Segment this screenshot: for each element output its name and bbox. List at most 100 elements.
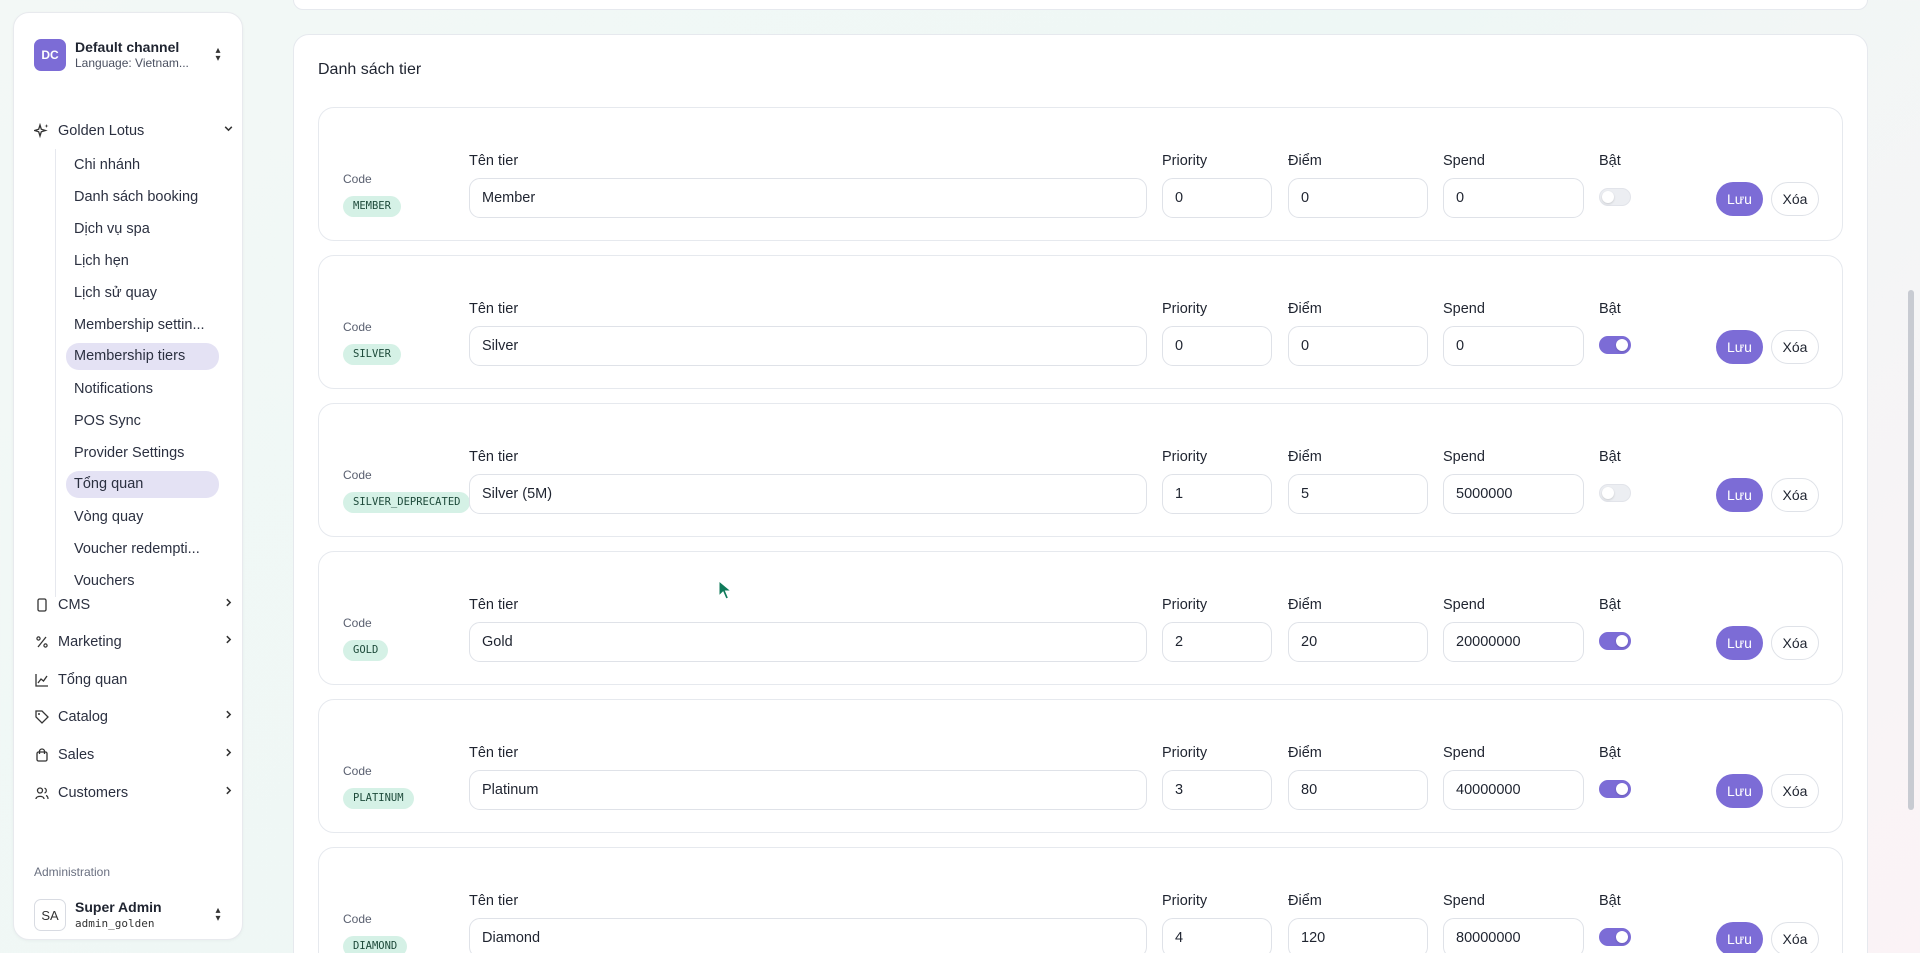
toggle-knob <box>1602 191 1614 203</box>
sidebar-subitem[interactable]: Chi nhánh <box>56 149 221 181</box>
tier-name-input[interactable] <box>469 770 1147 810</box>
spend-label: Spend <box>1443 893 1485 909</box>
user-menu[interactable]: SA Super Admin admin_golden ▴ ▾ <box>34 897 224 933</box>
tier-card: Code SILVER Tên tier Priority Điểm Spend Bật Lư… <box>318 255 1843 389</box>
sidebar-subitem[interactable]: Dịch vụ spa <box>56 213 221 245</box>
sidebar-item-sales[interactable]: Sales <box>34 743 234 767</box>
tier-card: Code DIAMOND Tên tier Priority Điểm Spend Bật L… <box>318 847 1843 953</box>
sidebar-item-label: Marketing <box>58 634 122 650</box>
admin-section-label: Administration <box>34 865 111 879</box>
points-input[interactable] <box>1288 770 1428 810</box>
chevron-up-down-icon[interactable]: ▴ ▾ <box>212 46 224 64</box>
channel-switcher[interactable]: DC Default channel Language: Vietnam... … <box>34 34 224 76</box>
spend-input[interactable] <box>1443 474 1584 514</box>
sidebar-item-cms[interactable]: CMS <box>34 593 234 617</box>
code-label: Code <box>343 320 372 334</box>
points-label: Điểm <box>1288 449 1322 465</box>
points-input[interactable] <box>1288 622 1428 662</box>
save-button[interactable]: Lưu <box>1716 774 1763 808</box>
tier-name-input[interactable] <box>469 326 1147 366</box>
points-input[interactable] <box>1288 326 1428 366</box>
priority-input[interactable] <box>1162 178 1272 218</box>
mouse-cursor-icon <box>718 579 733 605</box>
delete-button[interactable]: Xóa <box>1771 626 1819 660</box>
priority-input[interactable] <box>1162 622 1272 662</box>
sidebar-subitem[interactable]: Lịch sử quay <box>56 277 221 309</box>
tier-card: Code GOLD Tên tier Priority Điểm Spend Bật LưuX… <box>318 551 1843 685</box>
spend-input[interactable] <box>1443 918 1584 953</box>
save-button[interactable]: Lưu <box>1716 182 1763 216</box>
delete-button[interactable]: Xóa <box>1771 478 1819 512</box>
priority-input[interactable] <box>1162 326 1272 366</box>
chevron-right-icon <box>223 785 234 799</box>
scrollbar[interactable] <box>1908 290 1914 810</box>
sidebar-subitem[interactable]: Membership settin... <box>56 309 221 341</box>
sidebar-item-t-ng-quan[interactable]: Tổng quan <box>34 668 234 692</box>
sidebar-subitem[interactable]: Membership tiers <box>66 343 219 370</box>
tier-name-input[interactable] <box>469 474 1147 514</box>
priority-input[interactable] <box>1162 770 1272 810</box>
points-input[interactable] <box>1288 474 1428 514</box>
sidebar-subitem[interactable]: Voucher redempti... <box>56 533 221 565</box>
spend-input[interactable] <box>1443 178 1584 218</box>
chevron-up-down-icon[interactable]: ▴ ▾ <box>212 906 224 924</box>
sidebar-item-customers[interactable]: Customers <box>34 781 234 805</box>
save-button[interactable]: Lưu <box>1716 922 1763 953</box>
code-label: Code <box>343 764 372 778</box>
tier-card: Code MEMBER Tên tier Priority Điểm Spend Bật Lư… <box>318 107 1843 241</box>
priority-input[interactable] <box>1162 918 1272 953</box>
enabled-toggle[interactable] <box>1599 632 1631 650</box>
delete-button[interactable]: Xóa <box>1771 774 1819 808</box>
tier-code-badge: MEMBER <box>343 196 401 217</box>
delete-button[interactable]: Xóa <box>1771 922 1819 953</box>
sidebar-item-label: Sales <box>58 747 95 763</box>
chevron-down-icon <box>223 123 234 137</box>
sidebar-subitem[interactable]: Notifications <box>56 373 221 405</box>
sidebar-subitem[interactable]: Lịch hẹn <box>56 245 221 277</box>
chevron-right-icon <box>223 747 234 761</box>
points-input[interactable] <box>1288 178 1428 218</box>
enabled-toggle[interactable] <box>1599 780 1631 798</box>
enabled-toggle[interactable] <box>1599 928 1631 946</box>
user-avatar: SA <box>34 899 66 931</box>
sidebar-item-marketing[interactable]: Marketing <box>34 630 234 654</box>
save-button[interactable]: Lưu <box>1716 626 1763 660</box>
name-label: Tên tier <box>469 301 519 317</box>
tier-name-input[interactable] <box>469 918 1147 953</box>
code-label: Code <box>343 468 372 482</box>
sidebar-item-catalog[interactable]: Catalog <box>34 705 234 729</box>
name-label: Tên tier <box>469 153 519 169</box>
sidebar-subitem[interactable]: Danh sách booking <box>56 181 221 213</box>
sidebar-subitem[interactable]: POS Sync <box>56 405 221 437</box>
spend-input[interactable] <box>1443 326 1584 366</box>
delete-button[interactable]: Xóa <box>1771 182 1819 216</box>
enabled-toggle[interactable] <box>1599 188 1631 206</box>
sidebar-subitem[interactable]: Tổng quan <box>66 471 219 498</box>
sidebar-item-label: CMS <box>58 597 91 613</box>
enabled-toggle[interactable] <box>1599 336 1631 354</box>
tier-name-input[interactable] <box>469 178 1147 218</box>
shopping-bag-icon <box>34 747 50 763</box>
nav-group-golden-lotus[interactable]: Golden Lotus <box>34 119 234 143</box>
priority-label: Priority <box>1162 449 1208 465</box>
delete-button[interactable]: Xóa <box>1771 330 1819 364</box>
spend-input[interactable] <box>1443 622 1584 662</box>
sidebar-subitem[interactable]: Provider Settings <box>56 437 221 469</box>
user-name: Super Admin <box>75 899 162 915</box>
priority-input[interactable] <box>1162 474 1272 514</box>
chart-line-icon <box>34 672 50 688</box>
channel-avatar: DC <box>34 39 66 71</box>
points-input[interactable] <box>1288 918 1428 953</box>
save-button[interactable]: Lưu <box>1716 330 1763 364</box>
sidebar-subitem[interactable]: Vòng quay <box>56 501 221 533</box>
tier-name-input[interactable] <box>469 622 1147 662</box>
enabled-toggle[interactable] <box>1599 484 1631 502</box>
spend-label: Spend <box>1443 449 1485 465</box>
points-label: Điểm <box>1288 893 1322 909</box>
enabled-label: Bật <box>1599 153 1621 169</box>
channel-name: Default channel <box>75 39 180 55</box>
spend-input[interactable] <box>1443 770 1584 810</box>
save-button[interactable]: Lưu <box>1716 478 1763 512</box>
tier-code-badge: SILVER <box>343 344 401 365</box>
phone-icon <box>34 597 50 613</box>
